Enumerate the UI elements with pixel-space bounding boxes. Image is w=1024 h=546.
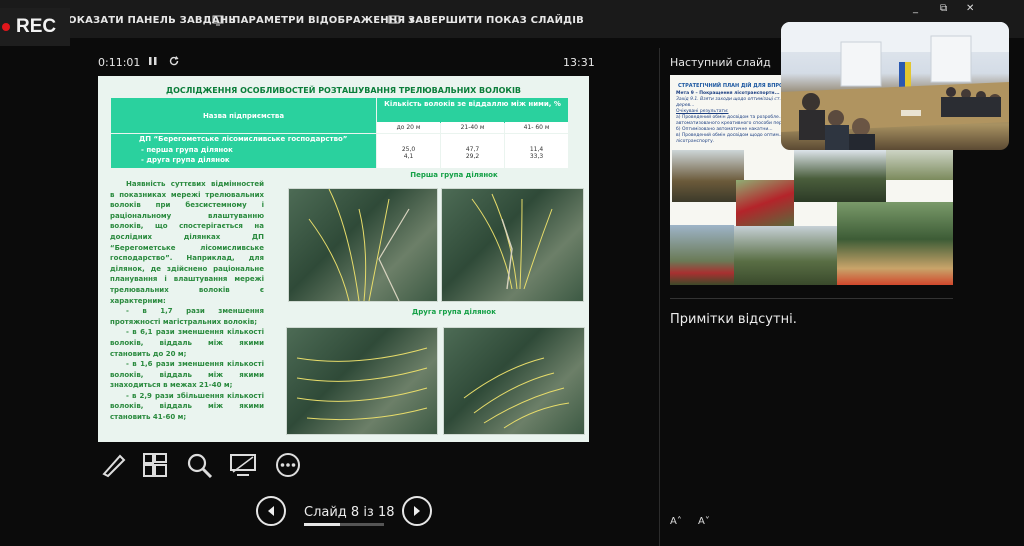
aerial-photo-1a: [288, 188, 438, 302]
next-slide-button[interactable]: [402, 496, 432, 526]
pen-icon[interactable]: [100, 452, 128, 478]
recording-label: REC: [16, 16, 57, 37]
bullet-item: - в 6,1 рази зменшення кількості волоків…: [110, 328, 264, 358]
arrow-left-icon: [268, 506, 274, 516]
table-cell: 11,4: [529, 146, 544, 153]
restart-icon[interactable]: [168, 55, 180, 67]
tractor-photo: [670, 225, 734, 285]
forest-photo: [672, 150, 744, 202]
aerial-photo-2a: [286, 327, 438, 435]
next-slide-text: Мета 9 – Покращення лісотранспортн... За…: [676, 91, 796, 145]
show-taskbar-button[interactable]: ОКАЗАТИ ПАНЕЛЬ ЗАВДАНЬ: [68, 10, 236, 30]
webcam-video: [781, 22, 1009, 150]
slide-progress-fill: [304, 523, 340, 526]
pause-icon[interactable]: [148, 55, 158, 67]
body-paragraph: Наявність суттєвих відмінностей в показн…: [110, 180, 264, 305]
current-slide: ДОСЛІДЖЕННЯ ОСОБЛИВОСТЕЙ РОЗТАШУВАННЯ ТР…: [98, 76, 589, 442]
table-header-enterprise: Назва підприємства: [111, 98, 376, 133]
restore-button[interactable]: ⧉: [940, 3, 947, 14]
slide-body-text: Наявність суттєвих відмінностей в показн…: [110, 179, 264, 423]
clock: 13:31: [563, 56, 595, 69]
caption-group-1: Перша група ділянок: [410, 171, 498, 179]
bullet-item: - в 2,9 рази збільшення кількості волокі…: [110, 391, 264, 422]
group-label: - друга група ділянок: [141, 156, 230, 164]
loader-photo: [837, 202, 953, 285]
next-slide-line: лісотранспорту.: [676, 139, 715, 144]
logs-photo: [886, 150, 953, 180]
table-subheader: 21-40 м: [441, 122, 504, 133]
enterprise-name: ДП “Берегометське лісомисливське господа…: [139, 135, 348, 143]
slide-counter: Слайд 8 із 18: [304, 505, 395, 520]
table-cell: 4,1: [403, 153, 414, 160]
close-button[interactable]: ✕: [966, 3, 974, 14]
table-cell: 47,7: [465, 146, 480, 153]
previous-slide-button[interactable]: [256, 496, 286, 526]
display-settings-button[interactable]: ПАРАМЕТРИ ВІДОБРАЖЕННЯ ▾: [212, 10, 414, 30]
recording-indicator: REC: [0, 8, 70, 46]
decrease-font-button[interactable]: A˅: [698, 516, 710, 527]
end-show-icon: [388, 15, 400, 24]
end-show-button[interactable]: ЗАВЕРШИТИ ПОКАЗ СЛАЙДІВ: [388, 10, 584, 30]
next-slide-task: Захід 9.1. Взяти заходи щодо оптимізаці …: [676, 97, 784, 108]
table-cell-column: 25,0 4,1: [377, 134, 440, 168]
group-label: - перша група ділянок: [141, 146, 233, 154]
slide-title: ДОСЛІДЖЕННЯ ОСОБЛИВОСТЕЙ РОЗТАШУВАННЯ ТР…: [165, 86, 522, 95]
video-frame: [781, 22, 1009, 150]
clearing-photo: [734, 226, 837, 285]
panel-divider[interactable]: [659, 48, 660, 546]
slides-grid-icon[interactable]: [142, 452, 170, 478]
slide-progress: [304, 523, 384, 526]
notes-separator: [670, 298, 953, 299]
table-cell-column: 11,4 33,3: [505, 134, 568, 168]
arrow-right-icon: [414, 506, 420, 516]
bullet-item: - в 1,6 рази зменшення кількості волоків…: [110, 360, 264, 390]
zoom-icon[interactable]: [186, 452, 214, 478]
table-header-count: Кількість волоків зе віддаллю між ними, …: [377, 98, 568, 123]
table-cell: 25,0: [401, 146, 416, 153]
bullet-item: - в 1,7 рази зменшення протяжності магіс…: [110, 307, 264, 326]
elapsed-time: 0:11:01: [98, 56, 141, 69]
aerial-photo-2b: [443, 327, 585, 435]
harvester-photo: [736, 180, 794, 226]
forwarder-photo: [794, 150, 886, 202]
table-subheader: 41- 60 м: [505, 122, 568, 133]
display-settings-label: ПАРАМЕТРИ ВІДОБРАЖЕННЯ ▾: [232, 14, 415, 26]
screen-icon[interactable]: [229, 452, 257, 478]
record-dot-icon: [2, 23, 10, 31]
table-cell: 29,2: [465, 153, 480, 160]
speaker-notes[interactable]: Примітки відсутні.: [670, 312, 797, 327]
next-slide-label: Наступний слайд: [670, 56, 771, 69]
table-subheader: до 20 м: [377, 122, 440, 133]
aerial-photo-1b: [441, 188, 584, 302]
table-row-enterprise: ДП “Берегометське лісомисливське господа…: [111, 134, 376, 168]
minimize-button[interactable]: _: [913, 3, 918, 14]
display-settings-icon: [212, 15, 224, 26]
show-taskbar-label: ОКАЗАТИ ПАНЕЛЬ ЗАВДАНЬ: [68, 14, 237, 26]
caption-group-2: Друга група ділянок: [412, 308, 496, 316]
increase-font-button[interactable]: A˄: [670, 516, 682, 527]
table-cell-column: 47,7 29,2: [441, 134, 504, 168]
end-show-label: ЗАВЕРШИТИ ПОКАЗ СЛАЙДІВ: [408, 14, 584, 26]
table-cell: 33,3: [529, 153, 544, 160]
more-icon[interactable]: [274, 452, 302, 478]
